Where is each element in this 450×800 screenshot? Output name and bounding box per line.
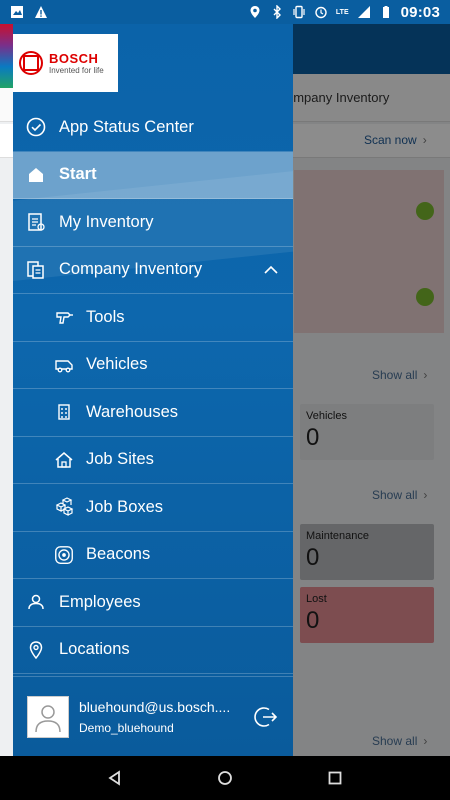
brand-color-strip (0, 24, 13, 88)
back-triangle-icon (108, 770, 120, 786)
home-button[interactable] (211, 764, 239, 792)
battery-icon (382, 6, 389, 18)
menu-item-app-status-center[interactable]: App Status Center (13, 104, 293, 152)
image-icon (11, 6, 23, 18)
menu-item-job-sites[interactable]: Job Sites (13, 437, 293, 484)
menu-item-employees[interactable]: Employees (13, 579, 293, 627)
avatar (27, 695, 69, 738)
menu-item-beacons[interactable]: Beacons (13, 532, 293, 579)
menu-item-label: Employees (59, 592, 141, 611)
bosch-armature-icon (19, 51, 43, 75)
bluetooth-icon (273, 5, 281, 19)
back-button[interactable] (101, 764, 129, 792)
menu-item-label: App Status Center (59, 117, 194, 136)
home-circle-icon (218, 771, 232, 785)
menu-item-warehouses[interactable]: Warehouses (13, 389, 293, 437)
clock: 09:03 (400, 3, 440, 21)
person-icon (25, 591, 47, 613)
logout-icon[interactable] (251, 703, 279, 731)
building-icon (53, 401, 75, 423)
menu-item-label: Vehicles (86, 355, 148, 374)
user-email: bluehound@us.bosch.... (79, 698, 231, 715)
drill-icon (53, 306, 75, 328)
beacon-icon (53, 544, 75, 566)
lte-indicator: LTE (335, 8, 349, 16)
menu-item-locations[interactable]: Locations (13, 627, 293, 674)
menu-item-tools[interactable]: Tools (13, 294, 293, 342)
inventory-icon (25, 211, 47, 233)
location-pin-icon (25, 639, 47, 661)
status-bar: LTE 09:03 (0, 0, 450, 24)
menu-item-label: Company Inventory (59, 260, 203, 279)
van-icon (53, 354, 75, 376)
menu-item-job-boxes[interactable]: Job Boxes (13, 484, 293, 532)
signal-icon (357, 6, 370, 18)
drawer-menu: App Status Center Start My Inventory Com… (13, 104, 293, 674)
chevron-up-icon[interactable] (263, 262, 279, 278)
drawer-scrim[interactable] (293, 24, 450, 756)
warning-icon (35, 6, 47, 18)
menu-item-label: Job Sites (86, 450, 154, 469)
menu-item-label: Job Boxes (86, 497, 164, 516)
username: Demo_bluehound (79, 720, 174, 735)
menu-item-label: Start (59, 165, 97, 184)
menu-item-company-inventory[interactable]: Company Inventory (13, 247, 293, 294)
recents-button[interactable] (321, 764, 349, 792)
alarm-icon (315, 6, 327, 19)
menu-item-label: Warehouses (86, 402, 179, 421)
menu-item-my-inventory[interactable]: My Inventory (13, 199, 293, 247)
vibrate-icon (293, 5, 305, 19)
house-icon (53, 449, 75, 471)
menu-item-start[interactable]: Start (13, 151, 293, 199)
menu-item-label: Locations (59, 640, 130, 659)
menu-item-label: My Inventory (59, 212, 154, 231)
brand-tagline: Invented for life (49, 66, 104, 75)
recents-square-icon (328, 771, 342, 785)
company-inventory-icon (25, 259, 47, 281)
user-profile[interactable]: bluehound@us.bosch.... Demo_bluehound (13, 676, 293, 756)
menu-item-label: Beacons (86, 545, 151, 564)
location-icon (250, 6, 260, 18)
menu-item-vehicles[interactable]: Vehicles (13, 342, 293, 389)
check-circle-icon (25, 116, 47, 138)
job-boxes-icon (53, 496, 75, 518)
bosch-logo: BOSCH Invented for life (13, 34, 118, 92)
avatar-placeholder-icon (35, 704, 61, 732)
navigation-drawer: BOSCH Invented for life App Status Cente… (13, 24, 293, 756)
brand-name: BOSCH (49, 51, 99, 66)
home-icon (25, 164, 47, 186)
system-nav-bar (0, 756, 450, 800)
menu-item-label: Tools (86, 307, 125, 326)
